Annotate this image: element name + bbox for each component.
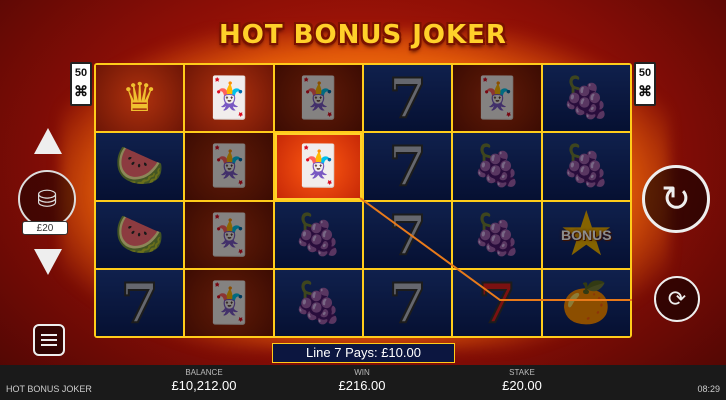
lines-badge-right: 50 ⌘ [634,62,656,106]
joker-symbol: 🃏 [185,133,273,200]
seven-icon: 7 [388,133,428,199]
stake-up-arrow-icon[interactable] [34,128,62,154]
joker-icon: 🃏 [472,76,522,121]
joker-symbol: 🃏 [453,65,541,132]
joker-icon: 🃏 [204,212,254,257]
joker-icon: 🃏 [204,76,254,121]
bonus-symbol: ★ BONUS [542,201,630,268]
crown-symbol: ♛ [96,65,184,132]
reel-6: 🍇 🍇 ★ BONUS 🍊 [542,65,630,336]
coins-icon: ⛁ [36,185,58,213]
grapes-symbol: 🍇 [542,133,630,200]
autoplay-button[interactable]: ⟳ [654,276,700,322]
watermelon-symbol: 🍉 [96,133,184,200]
menu-icon-bar [41,344,57,346]
stake-display: STAKE £20.00 [462,368,582,393]
clock: 08:29 [697,384,720,394]
grapes-icon: 🍇 [293,212,344,257]
seven-symbol: 7 [364,201,452,268]
grapes-symbol: 🍇 [542,65,630,132]
stake-label: STAKE [509,368,535,377]
seven-symbol: 7 [96,269,184,336]
stake-value: £20.00 [502,378,542,393]
joker-symbol: 🃏 [185,201,273,268]
balance-value: £10,212.00 [171,378,237,393]
grapes-icon: 🍇 [472,144,522,189]
grapes-symbol: 🍇 [274,201,362,268]
seven-icon: 7 [388,270,428,336]
seven-symbol: 7 [364,133,452,200]
lines-count-right: 50 [638,67,652,79]
joker-symbol: 🃏 [185,269,273,336]
menu-button[interactable] [33,324,65,356]
seven-icon: 7 [477,270,517,336]
orange-symbol: 🍊 [542,269,630,336]
footer-game-name: HOT BONUS JOKER [6,384,92,394]
orange-icon: 🍊 [561,280,612,325]
spin-arrow-icon: ↻ [660,178,692,219]
joker-highlight-symbol: 🃏 [274,133,362,200]
stake-value-label: £20 [22,221,68,235]
stake-button[interactable]: ⛁ [18,170,76,228]
joker-icon: 🃏 [204,280,254,325]
reel-grid[interactable]: ♛ 🍉 🍉 7 🃏 🃏 🃏 🃏 🃏 🃏 🍇 🍇 7 7 7 7 🃏 🍇 🍇 7 🍇 🍇 ★ BONUS 🍊 [94,63,632,338]
grapes-symbol: 🍇 [453,201,541,268]
reel-3: 🃏 🃏 🍇 🍇 [274,65,362,336]
seven-symbol: 7 [364,65,452,132]
line-pays-banner: Line 7 Pays: £10.00 [272,343,455,363]
win-display: WIN £216.00 [302,368,422,393]
grapes-symbol: 🍇 [453,133,541,200]
balance-label: BALANCE [185,368,223,377]
grapes-symbol: 🍇 [274,269,362,336]
autoplay-icon: ⟳ [667,286,687,311]
grapes-icon: 🍇 [293,280,344,325]
seven-red-symbol: 7 [453,269,541,336]
crown-icon: ♛ [121,76,158,121]
lines-badge-left: 50 ⌘ [70,62,92,106]
watermelon-icon: 🍉 [114,144,165,189]
watermelon-icon: 🍉 [114,212,165,257]
joker-icon: 🃏 [204,144,254,189]
reel-2: 🃏 🃏 🃏 🃏 [185,65,273,336]
reel-4: 7777 [364,65,452,336]
stake-down-arrow-icon[interactable] [34,249,62,275]
seven-icon: 7 [388,202,428,268]
seven-icon: 7 [388,65,428,131]
lines-icon-right: ⌘ [638,83,652,99]
seven-symbol: 7 [364,269,452,336]
reel-1: ♛ 🍉 🍉 7 [96,65,184,336]
bonus-label: BONUS [561,226,612,243]
grapes-icon: 🍇 [472,212,522,257]
watermelon-symbol: 🍉 [96,201,184,268]
grapes-icon: 🍇 [561,76,612,121]
menu-icon-bar [41,334,57,336]
win-value: £216.00 [338,378,386,393]
joker-symbol: 🃏 [185,65,273,132]
joker-icon: 🃏 [293,144,344,189]
menu-icon-bar [41,339,57,341]
joker-symbol: 🃏 [274,65,362,132]
game-title: HOT BONUS JOKER [219,20,507,50]
spin-button[interactable]: ↻ [642,165,710,233]
balance-display: BALANCE £10,212.00 [144,368,264,393]
joker-icon: 🃏 [293,76,344,121]
grapes-icon: 🍇 [561,144,612,189]
footer-bar: HOT BONUS JOKER BALANCE £10,212.00 WIN £… [0,365,726,400]
bonus-star-icon: ★ BONUS [556,203,616,265]
lines-icon-left: ⌘ [74,83,88,99]
seven-icon: 7 [120,270,160,336]
reel-5: 🃏 🍇 🍇 7 [453,65,541,336]
win-label: WIN [354,368,370,377]
lines-count-left: 50 [74,67,88,79]
